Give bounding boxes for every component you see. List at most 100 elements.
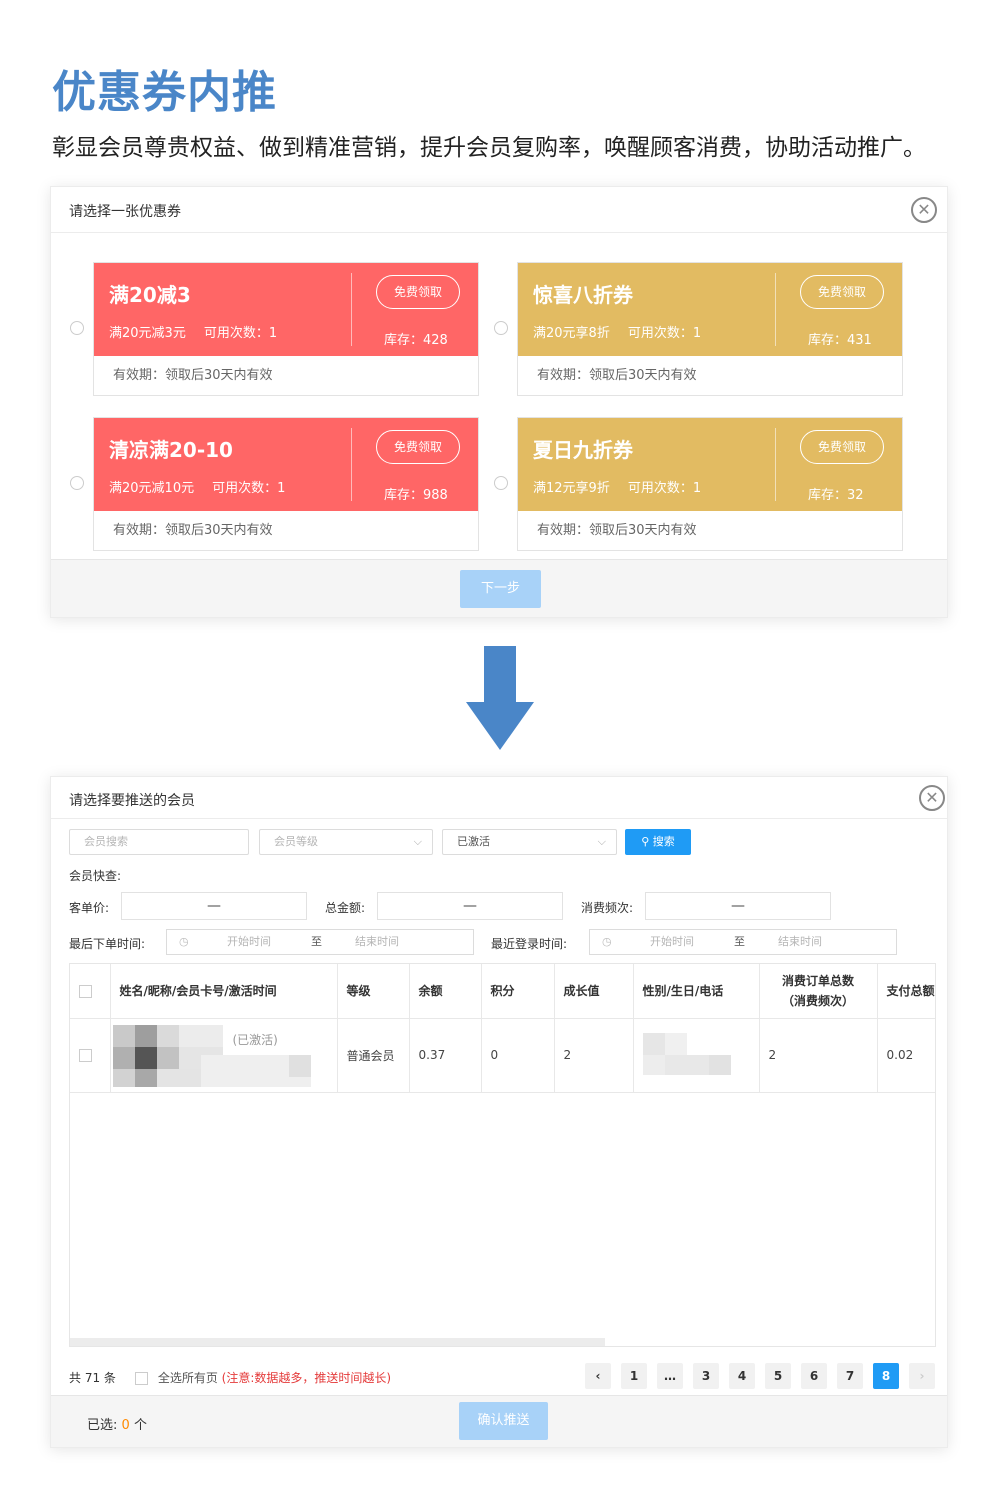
table-header-row: 姓名/昵称/会员卡号/激活时间 等级 余额 积分 成长值 性别/生日/电话 消费…	[70, 964, 935, 1019]
frequency-range[interactable]: —	[645, 892, 831, 920]
coupon-divider	[351, 273, 352, 346]
page-button[interactable]: 5	[765, 1363, 791, 1389]
page-button[interactable]: 3	[693, 1363, 719, 1389]
coupon-name: 惊喜八折券	[533, 283, 633, 307]
selected-prefix: 已选:	[87, 1418, 118, 1433]
start-time-placeholder: 开始时间	[650, 935, 694, 948]
frequency-label: 消费频次:	[581, 901, 634, 915]
column-header: 积分	[481, 964, 555, 1019]
end-time-placeholder: 结束时间	[355, 935, 399, 948]
coupon-dialog-title: 请选择一张优惠券	[69, 204, 181, 220]
select-all-warning: (注意:数据越多，推送时间越长)	[221, 1371, 392, 1385]
coupon-validity: 有效期：领取后30天内有效	[537, 368, 697, 383]
coupon-dialog-header: 请选择一张优惠券 ✕	[51, 187, 947, 233]
level-cell: 普通会员	[337, 1018, 410, 1093]
last-login-date-range[interactable]: ◷ 开始时间 至 结束时间	[589, 929, 897, 955]
avg-price-range[interactable]: —	[121, 892, 307, 920]
down-arrow-icon	[466, 646, 534, 750]
coupon-radio[interactable]	[70, 476, 84, 490]
last-order-label: 最后下单时间:	[69, 937, 146, 951]
page-button[interactable]: 7	[837, 1363, 863, 1389]
page-button[interactable]: 6	[801, 1363, 827, 1389]
coupon-divider	[775, 428, 776, 501]
hero-subtitle: 彰显会员尊贵权益、做到精准营销，提升会员复购率，唤醒顾客消费，协助活动推广。	[52, 135, 926, 161]
member-level-select[interactable]: 会员等级 ⌵	[259, 829, 433, 855]
coupon-radio[interactable]	[494, 321, 508, 335]
coupon-radio[interactable]	[70, 321, 84, 335]
status-select-value: 已激活	[457, 835, 490, 848]
last-order-date-range[interactable]: ◷ 开始时间 至 结束时间	[166, 929, 474, 955]
coupon-header: 惊喜八折券 满20元享8折 可用次数：1 免费领取 库存：431	[518, 263, 902, 356]
total-amount-range[interactable]: —	[377, 892, 563, 920]
coupon-card[interactable]: 清凉满20-10 满20元减10元 可用次数：1 免费领取 库存：988 有效期：…	[93, 417, 479, 551]
blurred-member-info: (已激活)	[112, 1023, 313, 1087]
member-dialog-header: 请选择要推送的会员 ✕	[51, 777, 947, 819]
claim-button[interactable]: 免费领取	[800, 275, 884, 309]
member-table: 姓名/昵称/会员卡号/激活时间 等级 余额 积分 成长值 性别/生日/电话 消费…	[69, 963, 936, 1347]
chevron-down-icon: ⌵	[413, 835, 422, 848]
page-button[interactable]: 1	[621, 1363, 647, 1389]
header-checkbox-cell	[70, 964, 111, 1019]
search-icon: ⚲	[641, 835, 650, 848]
growth-cell: 2	[554, 1018, 634, 1093]
chevron-down-icon: ⌵	[597, 835, 606, 848]
current-page-button[interactable]: 8	[873, 1363, 899, 1389]
close-icon[interactable]: ✕	[911, 197, 937, 223]
column-header: 等级	[337, 964, 410, 1019]
coupon-rule-text: 满12元享9折	[533, 481, 610, 496]
quick-filter-label: 会员快查:	[69, 869, 122, 883]
claim-button[interactable]: 免费领取	[376, 430, 460, 464]
close-icon[interactable]: ✕	[919, 785, 945, 811]
page-button[interactable]: 4	[729, 1363, 755, 1389]
select-all-rows-checkbox[interactable]	[79, 984, 92, 998]
select-all-pages-label: 全选所有页	[157, 1371, 218, 1385]
coupon-uses: 可用次数：1	[212, 481, 286, 496]
coupon-validity: 有效期：领取后30天内有效	[113, 368, 273, 383]
select-all-pages[interactable]: 全选所有页 (注意:数据越多，推送时间越长)	[135, 1369, 391, 1386]
total-amount-label: 总金额:	[325, 901, 366, 915]
paid-total-cell: 0.02	[877, 1018, 935, 1093]
activation-status: (已激活)	[232, 1033, 278, 1047]
search-button-label: 搜索	[652, 835, 675, 848]
prev-page-button[interactable]: ‹	[585, 1363, 611, 1389]
coupon-rule-text: 满20元享8折	[533, 326, 610, 341]
table-row[interactable]: (已激活) 普通会员 0.37 0 2 2 0.02	[70, 1018, 935, 1093]
coupon-divider	[351, 428, 352, 501]
claim-button[interactable]: 免费领取	[376, 275, 460, 309]
coupon-name: 清凉满20-10	[109, 438, 233, 462]
coupon-stock: 库存：988	[384, 488, 448, 503]
selected-count-info: 已选: 0 个	[87, 1414, 147, 1433]
confirm-push-button[interactable]: 确认推送	[459, 1402, 548, 1440]
coupon-rule-text: 满20元减10元	[109, 481, 195, 496]
coupon-card[interactable]: 惊喜八折券 满20元享8折 可用次数：1 免费领取 库存：431 有效期：领取后3…	[517, 262, 903, 396]
page-ellipsis[interactable]: …	[657, 1363, 683, 1389]
status-select[interactable]: 已激活 ⌵	[442, 829, 617, 855]
range-separator: 至	[311, 935, 322, 948]
points-cell: 0	[481, 1018, 555, 1093]
coupon-card[interactable]: 夏日九折券 满12元享9折 可用次数：1 免费领取 库存：32 有效期：领取后30…	[517, 417, 903, 551]
coupon-divider	[775, 273, 776, 346]
next-page-button[interactable]: ›	[909, 1363, 935, 1389]
balance-cell: 0.37	[409, 1018, 482, 1093]
claim-button[interactable]: 免费领取	[800, 430, 884, 464]
coupon-header: 夏日九折券 满12元享9折 可用次数：1 免费领取 库存：32	[518, 418, 902, 511]
horizontal-scrollbar[interactable]	[70, 1338, 605, 1346]
coupon-stock: 库存：32	[808, 488, 864, 503]
coupon-radio[interactable]	[494, 476, 508, 490]
range-separator: 至	[734, 935, 745, 948]
column-header: 消费订单总数 （消费频次）	[759, 964, 878, 1019]
coupon-card[interactable]: 满20减3 满20元减3元 可用次数：1 免费领取 库存：428 有效期：领取后3…	[93, 262, 479, 396]
next-step-button[interactable]: 下一步	[460, 570, 541, 608]
row-checkbox[interactable]	[79, 1049, 92, 1062]
column-header: 余额	[409, 964, 482, 1019]
avg-price-label: 客单价:	[69, 901, 110, 915]
search-button[interactable]: ⚲ 搜索	[625, 829, 691, 855]
start-time-placeholder: 开始时间	[227, 935, 271, 948]
row-checkbox-cell	[70, 1018, 111, 1093]
coupon-header: 清凉满20-10 满20元减10元 可用次数：1 免费领取 库存：988	[94, 418, 478, 511]
selected-suffix: 个	[133, 1418, 147, 1433]
select-all-pages-checkbox[interactable]	[135, 1372, 148, 1385]
member-search-input[interactable]: 会员搜索	[69, 829, 249, 855]
end-time-placeholder: 结束时间	[778, 935, 822, 948]
coupon-validity: 有效期：领取后30天内有效	[537, 523, 697, 538]
